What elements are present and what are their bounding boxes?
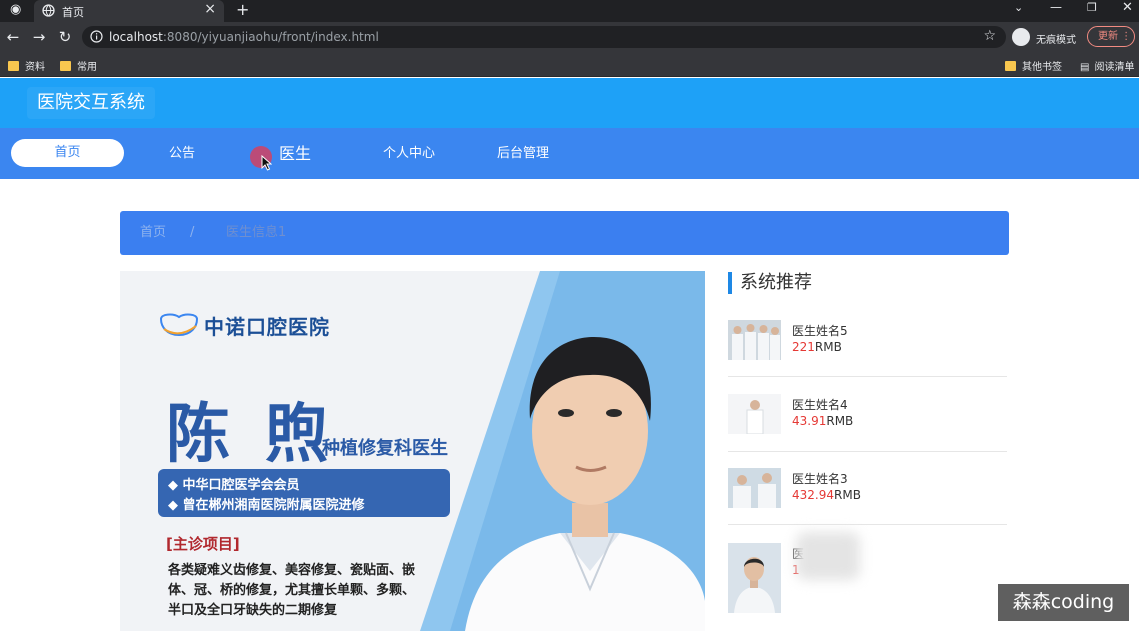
update-label: 更新	[1098, 31, 1118, 42]
doctor-price: 221RMB	[792, 340, 842, 354]
doctor-name: 医生姓名3	[792, 472, 848, 486]
bookmark-star-icon[interactable]: ☆	[983, 28, 996, 44]
browser-tab-strip: ◉ 首页 × + ⌄ — ❐ ✕	[0, 0, 1139, 22]
browser-tab[interactable]: 首页 ×	[34, 0, 224, 22]
breadcrumb-home[interactable]: 首页	[140, 211, 166, 255]
divider	[728, 524, 1007, 525]
section-line: 体、冠、桥的修复，尤其擅长单颗、多颗、	[168, 583, 416, 598]
reload-icon[interactable]: ↻	[56, 28, 74, 46]
bookmark-other[interactable]: 其他书签	[1005, 58, 1062, 73]
blurred-overlay	[796, 532, 860, 580]
mouse-cursor-icon	[261, 155, 272, 171]
globe-icon	[42, 4, 55, 17]
breadcrumb-separator: /	[190, 225, 195, 240]
bookmark-label: 常用	[77, 62, 97, 73]
divider	[728, 451, 1007, 452]
forward-icon[interactable]: →	[30, 28, 48, 46]
url-text: localhost:8080/yiyuanjiaohu/front/index.…	[109, 30, 379, 44]
recommend-title: 系统推荐	[728, 272, 812, 294]
doctor-thumbnail	[728, 394, 781, 434]
hospital-name: 中诺口腔医院	[204, 315, 330, 339]
price-unit: RMB	[834, 488, 861, 502]
price-unit: RMB	[826, 414, 854, 428]
url-path: :8080/yiyuanjiaohu/front/index.html	[162, 30, 379, 44]
incognito-icon	[1012, 28, 1030, 46]
hospital-logo	[159, 313, 199, 337]
new-tab-button[interactable]: +	[236, 0, 249, 19]
bookmark-folder-changyong[interactable]: 常用	[60, 58, 97, 73]
minimize-icon[interactable]: —	[1050, 0, 1062, 14]
price-unit: RMB	[814, 340, 842, 354]
nav-notice[interactable]: 公告	[169, 128, 195, 179]
site-title[interactable]: 医院交互系统	[27, 87, 155, 119]
folder-icon	[1005, 61, 1016, 71]
nav-admin[interactable]: 后台管理	[497, 128, 549, 179]
bookmark-folder-ziliao[interactable]: 资料	[8, 58, 45, 73]
update-button[interactable]: 更新 ⋮	[1087, 26, 1135, 47]
doctor-name: 医生姓名4	[792, 398, 848, 412]
nav-doctor[interactable]: 医生	[279, 128, 311, 179]
doctor-thumbnail	[728, 320, 781, 360]
profile-label: 无痕模式	[1036, 35, 1076, 46]
section-title: [主诊项目]	[166, 535, 240, 553]
doctor-thumbnail	[728, 543, 781, 613]
bookmark-label: 其他书签	[1022, 62, 1062, 73]
video-watermark: 森森coding	[998, 584, 1129, 621]
info-icon[interactable]	[90, 30, 103, 43]
credentials-box: ◆ 中华口腔医学会会员 ◆ 曾在郴州湘南医院附属医院进修	[158, 469, 450, 517]
restore-icon[interactable]: ❐	[1087, 1, 1097, 14]
recommend-item[interactable]: 医 1	[728, 543, 1007, 613]
credential-line: ◆ 中华口腔医学会会员	[168, 478, 300, 493]
price-value: 432.94	[792, 488, 834, 502]
nav-personal-center[interactable]: 个人中心	[383, 128, 435, 179]
breadcrumb: 首页 / 医生信息1	[120, 211, 1009, 255]
main-nav: 首页 公告 医生 个人中心 后台管理	[0, 128, 1139, 179]
chrome-menu-icon[interactable]: ◉	[10, 2, 21, 17]
divider	[728, 376, 1007, 377]
site-header: 医院交互系统	[0, 78, 1139, 128]
tab-title: 首页	[62, 6, 84, 19]
nav-home[interactable]: 首页	[11, 139, 124, 167]
doctor-title: 种植修复科医生	[322, 438, 448, 459]
tab-close-icon[interactable]: ×	[204, 1, 216, 17]
reading-list-icon: ▤	[1080, 62, 1090, 73]
bookmark-label: 阅读清单	[1094, 62, 1135, 73]
section-line: 各类疑难义齿修复、美容修复、瓷贴面、嵌	[168, 563, 416, 578]
doctor-name: 医生姓名5	[792, 324, 848, 338]
reading-list[interactable]: ▤ 阅读清单	[1080, 58, 1134, 73]
doctor-price: 43.91RMB	[792, 414, 853, 428]
address-bar[interactable]: localhost:8080/yiyuanjiaohu/front/index.…	[82, 26, 1006, 48]
doctor-name: 陈 煦	[166, 397, 335, 472]
section-line: 半口及全口牙缺失的二期修复	[168, 603, 338, 618]
doctor-banner[interactable]: 中诺口腔医院 陈 煦 种植修复科医生 ◆ 中华口腔医学会会员 ◆ 曾在郴州湘南医…	[120, 271, 705, 631]
folder-icon	[8, 61, 19, 71]
doctor-price: 432.94RMB	[792, 488, 861, 502]
doctor-thumbnail	[728, 468, 781, 508]
bookmark-label: 资料	[25, 62, 45, 73]
url-host: localhost	[109, 30, 163, 44]
breadcrumb-current: 医生信息1	[226, 225, 287, 240]
folder-icon	[60, 61, 71, 71]
price-value: 43.91	[792, 414, 827, 428]
price-value: 221	[792, 340, 815, 354]
credential-line: ◆ 曾在郴州湘南医院附属医院进修	[168, 498, 365, 513]
close-window-icon[interactable]: ✕	[1122, 0, 1133, 15]
back-icon[interactable]: ←	[4, 28, 22, 46]
bookmarks-bar: 资料 常用 其他书签 ▤ 阅读清单	[0, 52, 1139, 77]
address-toolbar: ← → ↻ localhost:8080/yiyuanjiaohu/front/…	[0, 22, 1139, 52]
tab-search-icon[interactable]: ⌄	[1014, 1, 1023, 14]
